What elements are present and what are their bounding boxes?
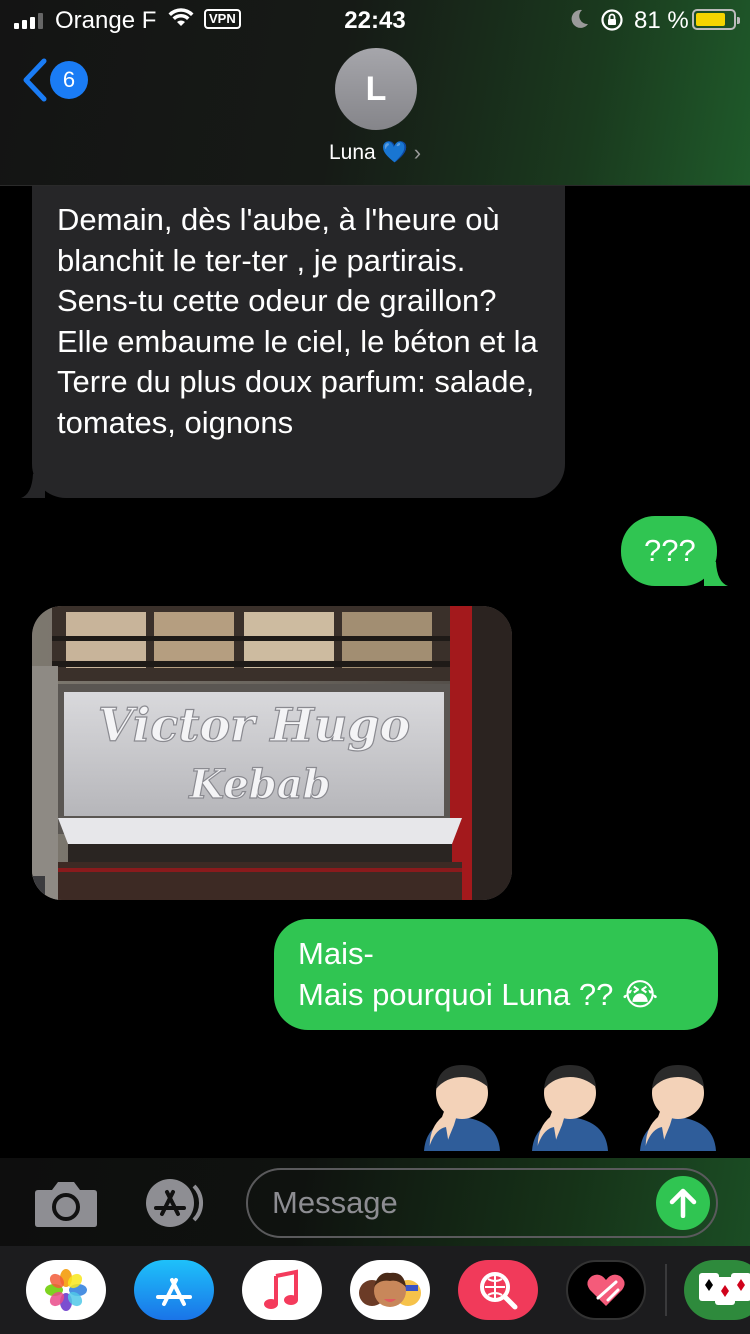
- contact-avatar[interactable]: L: [335, 48, 417, 130]
- digital-touch-app-button[interactable]: [566, 1260, 646, 1320]
- app-store-app-button[interactable]: [134, 1260, 214, 1320]
- web-search-icon: [480, 1272, 518, 1310]
- message-bubble-sent[interactable]: ???: [621, 516, 728, 586]
- back-button[interactable]: 6: [22, 58, 88, 102]
- message-text-line: Mais pourquoi Luna ?? 😭: [298, 976, 659, 1012]
- music-app-button[interactable]: [242, 1260, 322, 1320]
- sign-line-2: Kebab: [188, 761, 330, 808]
- message-photo[interactable]: Victor Hugo Kebab: [32, 606, 512, 900]
- bubble-tail: [32, 876, 45, 900]
- contact-name-button[interactable]: Luna 💙 ›: [0, 140, 750, 166]
- message-field[interactable]: [246, 1168, 718, 1238]
- emoji-message[interactable]: 🤦🏻‍♂️🤦🏻‍♂️🤦🏻‍♂️: [420, 1055, 720, 1151]
- chevron-left-icon: [23, 58, 47, 102]
- rotation-lock-icon: [601, 9, 623, 31]
- unread-count-badge: 6: [50, 61, 88, 99]
- message-text: Demain, dès l'aube, à l'heure où blanchi…: [57, 202, 538, 440]
- facepalm-emoji-icon: [640, 1065, 716, 1151]
- message-bubble-received[interactable]: Demain, dès l'aube, à l'heure où blanchi…: [21, 186, 565, 498]
- arrow-up-icon: [669, 1188, 697, 1218]
- bubble-tail: [704, 562, 728, 586]
- solitaire-app-button[interactable]: [684, 1260, 750, 1320]
- web-search-app-button[interactable]: [458, 1260, 538, 1320]
- solitaire-icon: [699, 1273, 750, 1305]
- imessage-app-drawer: [0, 1246, 750, 1334]
- battery-percent: 81 %: [634, 7, 689, 34]
- photos-icon: [45, 1269, 87, 1311]
- memoji-app-button[interactable]: [350, 1260, 430, 1320]
- app-store-icon[interactable]: [140, 1178, 212, 1228]
- app-store-icon: [156, 1278, 192, 1306]
- contact-name: Luna 💙: [328, 141, 408, 164]
- message-bubble-sent[interactable]: Mais- Mais pourquoi Luna ?? 😭: [274, 919, 718, 1030]
- bubble-tail: [21, 474, 45, 498]
- send-button[interactable]: [656, 1176, 710, 1230]
- music-icon: [264, 1269, 298, 1309]
- facepalm-emoji-icon: [424, 1065, 500, 1151]
- facepalm-emoji-icon: [532, 1065, 608, 1151]
- digital-touch-icon: [587, 1274, 625, 1306]
- memoji-icon: [359, 1272, 421, 1307]
- moon-icon: [571, 9, 588, 28]
- message-input[interactable]: [272, 1170, 652, 1236]
- message-text-line: Mais-: [298, 936, 374, 971]
- photos-app-button[interactable]: [26, 1260, 106, 1320]
- status-bar: Orange F VPN 22:43 81 %: [0, 0, 750, 44]
- compose-bar: [0, 1158, 750, 1246]
- battery-icon: [692, 9, 740, 30]
- kebab-sign-photo: Victor Hugo Kebab: [32, 606, 512, 900]
- conversation-header: Orange F VPN 22:43 81 % 6 L Luna 💙 ›: [0, 0, 750, 186]
- message-text: ???: [644, 533, 696, 568]
- chevron-right-icon: ›: [413, 140, 422, 165]
- divider: [665, 1264, 667, 1316]
- sign-line-1: Victor Hugo: [98, 698, 410, 752]
- camera-icon[interactable]: [34, 1178, 98, 1228]
